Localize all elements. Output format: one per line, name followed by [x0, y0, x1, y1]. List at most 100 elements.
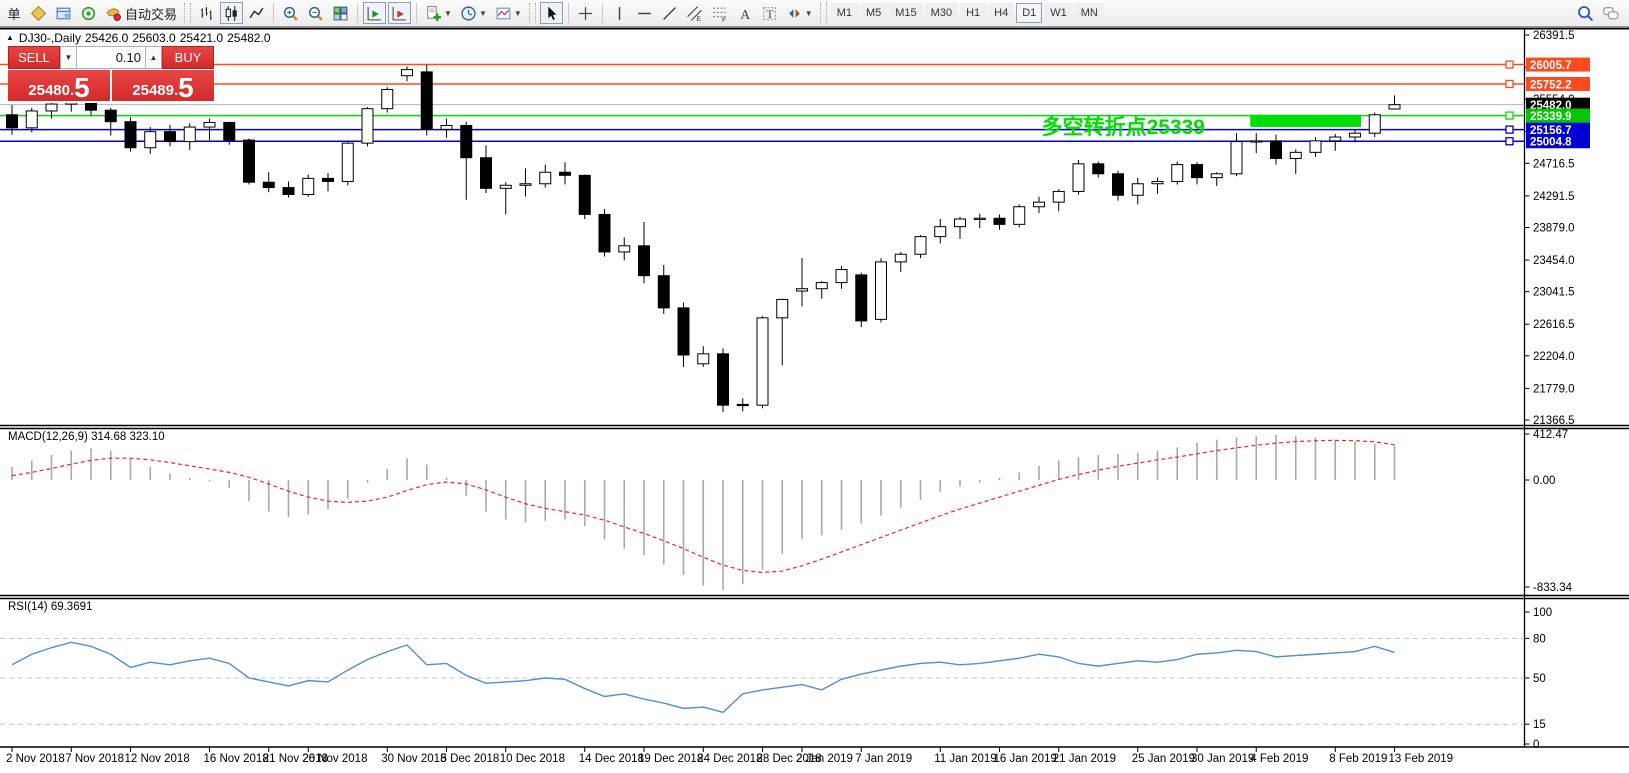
- text-button[interactable]: A: [733, 2, 756, 24]
- price-tick-label: 24716.5: [1533, 158, 1575, 170]
- timeframe-h4-button[interactable]: H4: [988, 3, 1014, 23]
- timeframe-m15-button[interactable]: M15: [889, 3, 922, 23]
- svg-text:E: E: [696, 15, 700, 21]
- equidistant-channel-button[interactable]: E: [683, 2, 706, 24]
- chevron-down-icon: ▼: [479, 9, 487, 18]
- data-window-button[interactable]: [52, 2, 75, 24]
- bullish-candle: [520, 184, 531, 186]
- cursor-button[interactable]: [540, 2, 563, 24]
- bullish-candle: [1369, 115, 1380, 133]
- timeframe-m5-button[interactable]: M5: [860, 3, 887, 23]
- chat-icon: [1602, 5, 1619, 22]
- bearish-candle: [579, 175, 590, 214]
- templates-button[interactable]: ▼: [492, 2, 525, 24]
- date-tick-label: 30 Jan 2019: [1191, 753, 1254, 765]
- ohlc-open: 25426.0: [85, 31, 128, 45]
- sell-button[interactable]: SELL: [8, 46, 60, 69]
- line-handle[interactable]: [1506, 112, 1513, 119]
- bearish-candle: [856, 275, 867, 321]
- date-tick-label: 24 Dec 2018: [697, 753, 762, 765]
- navigator-button[interactable]: [77, 2, 100, 24]
- zoom-in-button[interactable]: [279, 2, 302, 24]
- vertical-line-icon: [611, 5, 628, 22]
- search-button[interactable]: [1574, 2, 1597, 24]
- bearish-candle: [1271, 141, 1282, 159]
- bullish-candle: [303, 178, 314, 194]
- bearish-candle: [678, 308, 689, 355]
- bullish-candle: [974, 218, 985, 219]
- autotrading-button[interactable]: 自动交易: [102, 2, 180, 24]
- timeframe-w1-button[interactable]: W1: [1044, 3, 1073, 23]
- zoom-out-button[interactable]: [304, 2, 327, 24]
- crosshair-button[interactable]: [574, 2, 597, 24]
- volume-input[interactable]: [77, 46, 145, 69]
- timeframe-mn-button[interactable]: MN: [1075, 3, 1104, 23]
- highlight-zone-rect[interactable]: [1250, 115, 1361, 127]
- date-tick-label: 7 Jan 2019: [855, 753, 912, 765]
- bearish-candle: [165, 132, 176, 142]
- periods-icon: [460, 5, 477, 22]
- vertical-line-button[interactable]: [608, 2, 631, 24]
- line-chart-icon: [248, 5, 265, 22]
- date-tick-label: 14 Dec 2018: [579, 753, 644, 765]
- trendline-button[interactable]: [658, 2, 681, 24]
- market-watch-button[interactable]: [27, 2, 50, 24]
- svg-text:A: A: [740, 6, 750, 21]
- arrows-icon: [786, 5, 803, 22]
- horizontal-line-button[interactable]: [633, 2, 656, 24]
- chevron-down-icon: ▼: [514, 9, 522, 18]
- collapse-toggle-icon[interactable]: ▲: [6, 33, 14, 42]
- price-badge-label: 25752.2: [1530, 79, 1572, 91]
- timeframe-m30-button[interactable]: M30: [925, 3, 958, 23]
- line-handle[interactable]: [1506, 126, 1513, 133]
- auto-scroll-icon: [366, 5, 383, 22]
- price-tick-label: 22204.0: [1533, 351, 1575, 363]
- line-handle[interactable]: [1506, 138, 1513, 145]
- buy-price[interactable]: 25489.5: [112, 70, 214, 101]
- arrows-button[interactable]: ▼: [783, 2, 816, 24]
- zoom-in-icon: [282, 5, 299, 22]
- timeframe-d1-button[interactable]: D1: [1016, 3, 1042, 23]
- trendline-icon: [661, 5, 678, 22]
- auto-scroll-button[interactable]: [363, 2, 386, 24]
- bearish-candle: [1192, 165, 1203, 178]
- bullish-candle: [1053, 191, 1064, 202]
- toolbar-separator: [273, 3, 274, 23]
- line-handle[interactable]: [1506, 61, 1513, 68]
- chart-shift-button[interactable]: [388, 2, 411, 24]
- svg-text:T: T: [766, 7, 773, 20]
- text-label-button[interactable]: T: [758, 2, 781, 24]
- bearish-candle: [125, 122, 136, 148]
- bar-chart-button[interactable]: [195, 2, 218, 24]
- chart-canvas[interactable]: 多空转折点2533926391.525966.525554.025129.024…: [0, 0, 1629, 773]
- volume-decrease-button[interactable]: ▼: [60, 46, 77, 69]
- pivot-annotation-text[interactable]: 多空转折点25339: [1042, 115, 1205, 139]
- date-tick-label: 25 Jan 2019: [1132, 753, 1195, 765]
- timeframe-m1-button[interactable]: M1: [831, 3, 858, 23]
- periods-button[interactable]: ▼: [457, 2, 490, 24]
- bullish-candle: [777, 299, 788, 317]
- bullish-candle: [1152, 181, 1163, 183]
- sell-price[interactable]: 25480.5: [8, 70, 110, 101]
- fibonacci-button[interactable]: F: [708, 2, 731, 24]
- timeframe-h1-button[interactable]: H1: [960, 3, 986, 23]
- bearish-candle: [599, 214, 610, 252]
- line-handle[interactable]: [1506, 80, 1513, 87]
- fibonacci-icon: F: [711, 5, 728, 22]
- price-tick-label: 21779.0: [1533, 383, 1575, 395]
- volume-control: ▼ ▲: [60, 46, 162, 69]
- chart-symbol-period: DJ30-,Daily: [19, 31, 81, 45]
- candlestick-chart-button[interactable]: [220, 2, 243, 24]
- tile-windows-button[interactable]: [329, 2, 352, 24]
- bullish-candle: [1350, 133, 1361, 137]
- bullish-candle: [441, 126, 452, 130]
- new-order-button[interactable]: 单: [3, 2, 25, 24]
- bearish-candle: [263, 182, 274, 187]
- volume-increase-button[interactable]: ▲: [145, 46, 162, 69]
- date-tick-label: 2 Nov 2018: [6, 753, 65, 765]
- line-chart-button[interactable]: [245, 2, 268, 24]
- buy-button[interactable]: BUY: [162, 46, 214, 69]
- chat-button[interactable]: [1599, 2, 1622, 24]
- bearish-candle: [639, 246, 650, 276]
- indicators-button[interactable]: ▼: [422, 2, 455, 24]
